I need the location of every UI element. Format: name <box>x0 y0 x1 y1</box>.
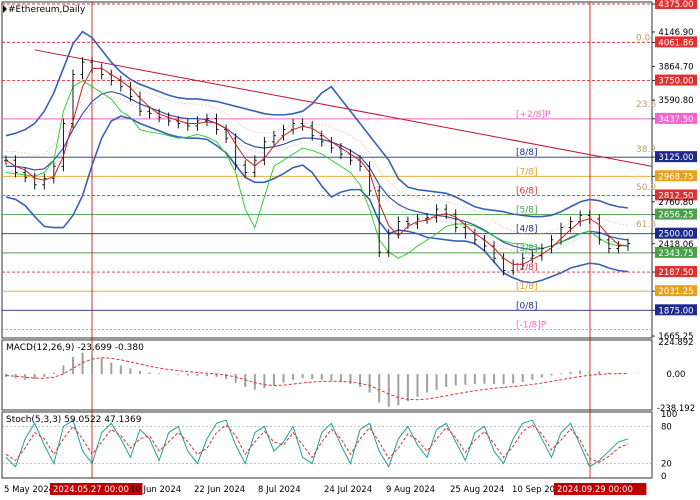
fib-label-3: 50.0 <box>636 183 656 193</box>
axis-label-15: 2187.50 <box>658 268 693 278</box>
murrey-label-0: [+2/8]P <box>516 110 551 120</box>
murrey-label-3: [6/8] <box>516 186 538 196</box>
macd-label: MACD(12,26,9) -23.699 -0.380 <box>6 343 144 353</box>
axis-label-3: 3864.70 <box>658 63 693 73</box>
murrey-label-2: [7/8] <box>516 167 538 177</box>
axis-label-10: 2760.80 <box>658 198 693 208</box>
axis-label-0: 4375.00 <box>658 0 693 10</box>
axis-label-8: 2968.75 <box>658 172 693 182</box>
murrey-label-10: [-1/8]P <box>516 320 547 330</box>
chart-title: #Ethereum,Daily <box>8 5 86 15</box>
murrey-label-7: [2/8] <box>516 263 538 273</box>
murrey-label-1: [8/8] <box>516 148 538 158</box>
x-axis-label-4: 8 Jul 2024 <box>258 485 301 495</box>
stoch-axis-label-3: 0 <box>661 472 666 482</box>
murrey-label-6: [3/8] <box>516 244 538 254</box>
x-axis-label-3: 22 Jun 2024 <box>194 485 245 495</box>
x-axis-label-0: 5 May 2024 <box>4 485 54 495</box>
murrey-label-9: [0/8] <box>516 301 538 311</box>
stoch-axis-label-2: 20 <box>661 460 672 470</box>
macd-axis-label-1: 0.00 <box>667 370 686 380</box>
price-chart: #Ethereum,Daily [+2/8]P [8/8] [7/8] [6/8] [5/… <box>0 0 700 500</box>
fib-label-4: 61.8 <box>636 220 656 230</box>
axis-label-6: 3437.50 <box>658 115 693 125</box>
axis-label-5: 3590.80 <box>658 96 693 106</box>
fib-label-0: 0.0 <box>636 33 651 43</box>
axis-label-4: 3750.00 <box>658 77 693 87</box>
x-axis-label-6: 9 Aug 2024 <box>386 485 435 495</box>
axis-label-16: 2031.25 <box>658 287 693 297</box>
stoch-axis-label-0: 100 <box>661 410 677 420</box>
stoch-axis-label-1: 80 <box>661 422 672 432</box>
x-axis-label-7: 25 Aug 2024 <box>450 485 504 495</box>
axis-label-17: 1875.00 <box>658 306 693 316</box>
axis-label-12: 2500.00 <box>658 230 693 240</box>
x-axis-label-5: 24 Jul 2024 <box>324 485 372 495</box>
fib-label-1: 23.6 <box>636 100 656 110</box>
murrey-label-8: [1/8] <box>516 282 538 292</box>
murrey-label-4: [5/8] <box>516 206 538 216</box>
axis-label-14: 2343.75 <box>658 249 693 259</box>
axis-label-2: 4061.86 <box>658 38 693 48</box>
x-axis-label-1: 2024.05.27 00:00 <box>53 485 129 495</box>
macd-axis-label-0: 224.892 <box>658 338 693 348</box>
x-axis-label-2: 10 Jun 2024 <box>130 485 181 495</box>
axis-label-11: 2656.25 <box>658 211 693 221</box>
x-axis-label-9: 2024.09.29 00:00 <box>557 485 633 495</box>
murrey-label-5: [4/8] <box>516 225 538 235</box>
axis-label-7: 3125.00 <box>658 153 693 163</box>
stoch-label: Stoch(5,3,3) 59.0522 47.1369 <box>6 415 142 425</box>
fib-label-2: 38.2 <box>636 145 656 155</box>
background <box>0 0 700 500</box>
